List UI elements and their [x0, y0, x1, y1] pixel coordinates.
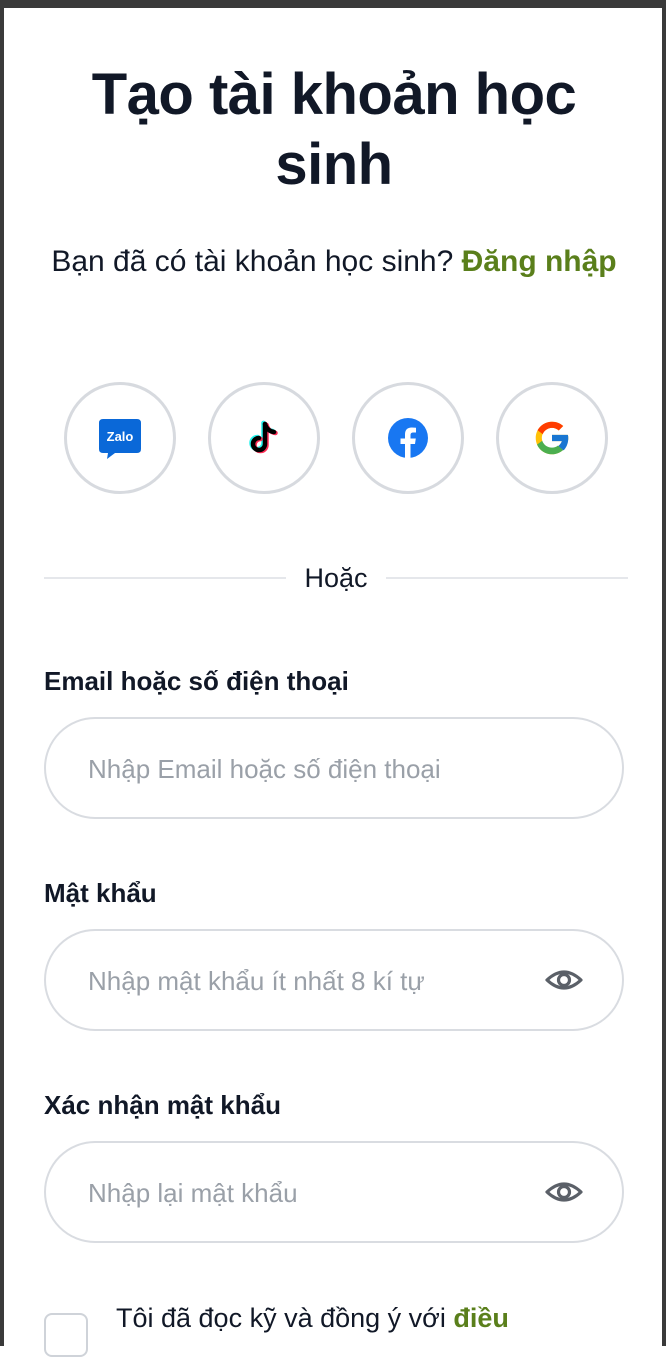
password-label: Mật khẩu — [44, 878, 157, 908]
email-field-wrapper — [44, 717, 624, 819]
facebook-icon — [388, 418, 428, 458]
show-password-icon[interactable] — [544, 963, 584, 997]
login-prompt-text: Bạn đã có tài khoản học sinh? — [51, 245, 462, 278]
confirm-password-field-wrapper — [44, 1141, 624, 1243]
window-frame-top — [0, 0, 666, 8]
tiktok-icon — [249, 420, 278, 454]
confirm-password-label: Xác nhận mật khẩu — [44, 1090, 281, 1120]
password-field-wrapper — [44, 929, 624, 1031]
divider-text: Hoặc — [304, 563, 368, 593]
terms-checkbox[interactable] — [44, 1313, 88, 1357]
email-field[interactable] — [86, 719, 530, 819]
divider-line-left — [44, 577, 286, 579]
window-frame-right — [662, 0, 666, 1346]
confirm-password-field[interactable] — [86, 1143, 530, 1243]
google-login-button[interactable] — [496, 382, 608, 494]
zalo-login-button[interactable]: Zalo — [64, 382, 176, 494]
or-divider: Hoặc — [44, 556, 628, 600]
tiktok-login-button[interactable] — [208, 382, 320, 494]
zalo-logo-text: Zalo — [107, 429, 134, 444]
login-prompt: Bạn đã có tài khoản học sinh? Đăng nhập — [44, 238, 624, 286]
show-confirm-password-icon[interactable] — [544, 1175, 584, 1209]
terms-text: Tôi đã đọc kỹ và đồng ý với điều — [116, 1298, 626, 1338]
zalo-icon: Zalo — [99, 419, 141, 459]
login-link[interactable]: Đăng nhập — [462, 245, 617, 278]
terms-prefix: Tôi đã đọc kỹ và đồng ý với — [116, 1303, 454, 1333]
signup-page: Tạo tài khoản học sinh Bạn đã có tài kho… — [4, 8, 662, 1357]
terms-link[interactable]: điều — [453, 1303, 509, 1333]
divider-line-right — [386, 577, 628, 579]
google-icon — [535, 421, 570, 455]
email-label: Email hoặc số điện thoại — [44, 666, 349, 696]
password-field[interactable] — [86, 931, 530, 1031]
page-title: Tạo tài khoản học sinh — [91, 62, 577, 197]
facebook-login-button[interactable] — [352, 382, 464, 494]
social-login-group: Zalo — [64, 382, 608, 494]
